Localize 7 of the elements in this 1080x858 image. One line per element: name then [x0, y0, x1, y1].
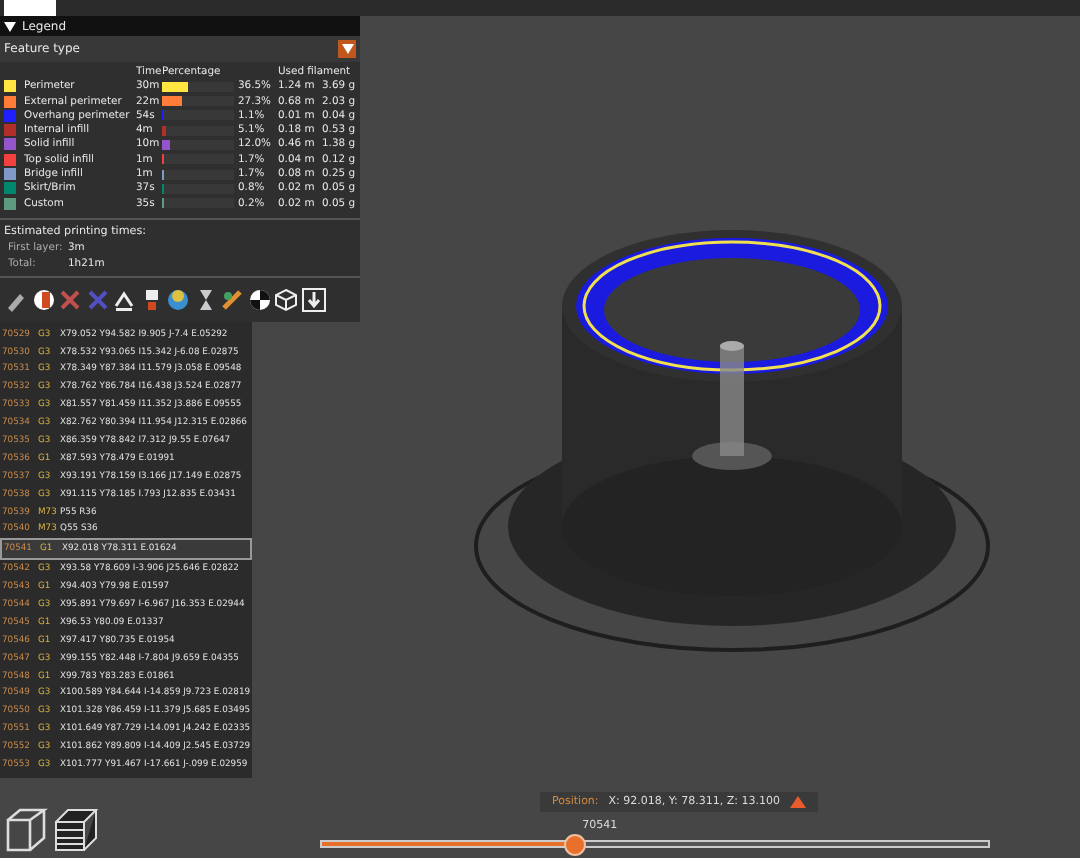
dropdown-button[interactable] — [338, 40, 356, 58]
cube-icon[interactable] — [4, 806, 48, 854]
wireframe-cube-icon[interactable] — [274, 287, 298, 312]
export-icon[interactable] — [301, 287, 325, 312]
slider-thumb[interactable] — [563, 834, 586, 856]
triangle-icon — [789, 796, 806, 808]
caret-icon[interactable] — [4, 21, 16, 31]
